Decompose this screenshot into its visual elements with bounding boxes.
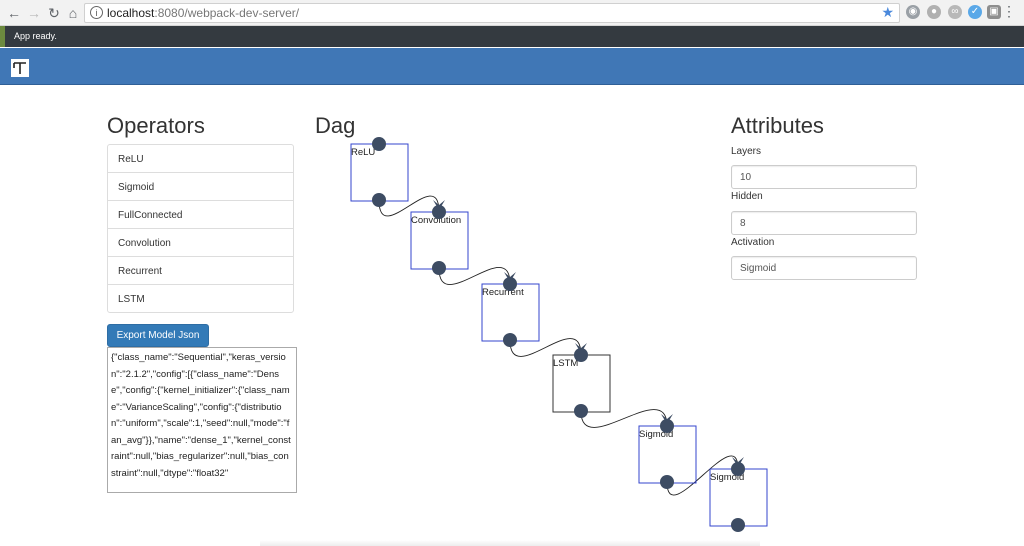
operator-list: ReLU Sigmoid FullConnected Convolution R…: [107, 144, 294, 313]
operator-item-sigmoid[interactable]: Sigmoid: [107, 172, 294, 201]
dag-node[interactable]: ReLU: [350, 137, 409, 207]
dag-arrowhead-icon: [433, 200, 445, 210]
dag-node-box[interactable]: [350, 143, 409, 202]
dag-node-box[interactable]: [481, 283, 540, 342]
dag-arrowhead-icon: [732, 457, 744, 467]
dag-arrowhead-icon: [504, 272, 516, 282]
forward-icon[interactable]: →: [25, 4, 43, 22]
app-header: [0, 48, 1024, 85]
address-bar[interactable]: i localhost:8080/webpack-dev-server/ ★: [84, 3, 900, 23]
model-json-textarea[interactable]: [107, 347, 297, 493]
dag-node[interactable]: Sigmoid: [638, 414, 697, 489]
dag-node[interactable]: Convolution: [410, 200, 469, 275]
operator-item-lstm[interactable]: LSTM: [107, 284, 294, 313]
status-stripe: [0, 26, 5, 47]
logo-icon[interactable]: [11, 59, 29, 77]
browser-toolbar: ← → ↻ ⌂ i localhost:8080/webpack-dev-ser…: [0, 0, 1024, 26]
export-model-json-button[interactable]: Export Model Json: [107, 324, 209, 347]
hidden-input[interactable]: [731, 211, 917, 235]
attributes-heading: Attributes: [731, 113, 824, 138]
dag-node[interactable]: Recurrent: [481, 272, 540, 347]
dag-arrowhead-icon: [661, 414, 673, 424]
dag-node[interactable]: Sigmoid: [709, 457, 768, 532]
operator-item-recurrent[interactable]: Recurrent: [107, 256, 294, 285]
star-icon[interactable]: ★: [881, 4, 894, 21]
operator-item-relu[interactable]: ReLU: [107, 144, 294, 173]
operator-item-fullconnected[interactable]: FullConnected: [107, 200, 294, 229]
operators-heading: Operators: [107, 113, 205, 138]
status-bar: App ready.: [0, 26, 1024, 47]
extension-icon[interactable]: ◉: [906, 5, 920, 19]
activation-input[interactable]: [731, 256, 917, 280]
home-icon[interactable]: ⌂: [64, 4, 82, 22]
dag-arrowhead-icon: [575, 343, 587, 353]
status-text: App ready.: [14, 31, 57, 41]
dag-node-box[interactable]: [552, 354, 611, 413]
page-bottom-shadow: [260, 540, 760, 546]
dag-node-box[interactable]: [638, 425, 697, 484]
info-icon[interactable]: i: [90, 6, 103, 19]
operator-item-convolution[interactable]: Convolution: [107, 228, 294, 257]
layers-label: Layers: [731, 146, 762, 157]
url-text[interactable]: localhost:8080/webpack-dev-server/: [107, 6, 299, 20]
dag-node-box[interactable]: [410, 211, 469, 270]
menu-dots-icon[interactable]: ⋮: [1002, 3, 1016, 20]
dag-node[interactable]: LSTM: [552, 343, 611, 418]
layers-input[interactable]: [731, 165, 917, 189]
dag-edge: [438, 267, 511, 285]
back-icon[interactable]: ←: [5, 4, 23, 22]
dag-heading: Dag: [315, 113, 356, 138]
link-icon[interactable]: ∞: [948, 5, 962, 19]
activation-label: Activation: [731, 237, 775, 248]
mic-icon[interactable]: ●: [927, 5, 941, 19]
reload-icon[interactable]: ↻: [45, 4, 63, 22]
bird-icon[interactable]: ✓: [968, 5, 982, 19]
camera-icon[interactable]: ▣: [987, 5, 1001, 19]
dag-node-box[interactable]: [709, 468, 768, 527]
hidden-label: Hidden: [731, 191, 763, 202]
